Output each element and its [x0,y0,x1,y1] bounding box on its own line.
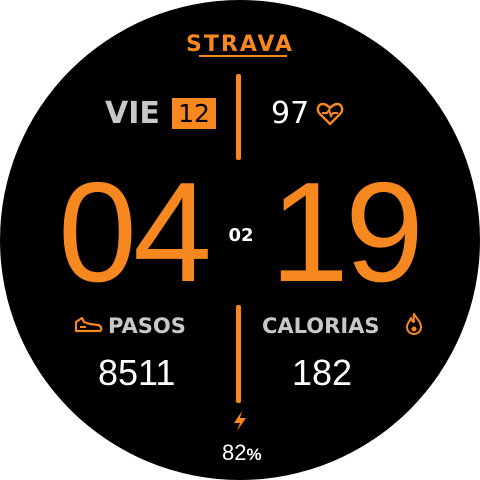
watch-face: STRAVA VIE 12 97 04 02 19 PASOS 8511 CAL… [0,0,480,480]
brand-logo: STRAVA [186,32,294,57]
divider-bottom [236,305,241,403]
heart-rate-value: 97 [271,96,310,131]
time-seconds: 02 [228,225,254,246]
battery-unit: % [246,445,262,464]
brand-underline [199,55,287,57]
time-minutes: 19 [270,153,424,312]
weekday: VIE [105,96,160,131]
calories-value: 182 [292,352,353,393]
flame-icon [406,313,422,335]
heart-rate-icon [316,102,344,126]
time-hours: 04 [58,153,212,312]
steps-label: PASOS [108,314,186,338]
bolt-icon [234,411,246,431]
battery-level: 82% [222,440,262,466]
battery-value: 82 [222,440,247,465]
steps-value: 8511 [98,352,176,393]
date-badge: 12 [172,98,216,129]
divider-top [236,74,241,160]
shoe-icon [74,316,103,333]
calories-label: CALORIAS [262,314,380,338]
